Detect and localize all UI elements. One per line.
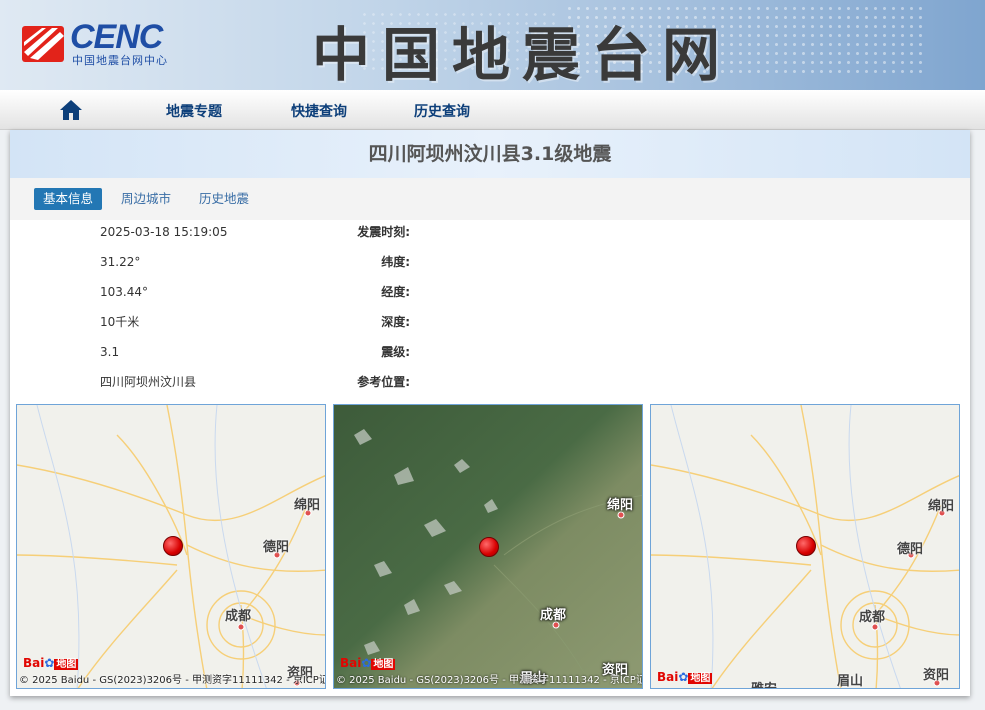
info-row-depth: 深度: 10千米 [10,312,410,332]
baidu-paw-icon: ✿ [361,656,372,670]
map-road-2[interactable]: 绵阳 德阳 成都 资阳 眉山 雅安 Bai✿地图 [650,404,960,689]
info-row-magnitude: 震级: 3.1 [10,342,410,362]
tab-historical-quakes[interactable]: 历史地震 [199,188,249,210]
city-label: 成都 [225,609,252,624]
info-label: 纬度: [381,255,410,269]
city-label: 资阳 [923,668,950,683]
info-label: 深度: [381,315,410,329]
baidu-logo[interactable]: Bai✿ 地图 [23,655,79,670]
epicenter-marker[interactable] [796,536,816,556]
nav-item-history-search[interactable]: 历史查询 [414,101,470,121]
info-value: 四川阿坝州汶川县 [100,375,197,389]
info-label: 发震时刻: [357,225,410,239]
info-label: 经度: [381,285,410,299]
city-label: 绵阳 [294,498,321,513]
baidu-paw-icon: ✿ [678,670,689,684]
epicenter-marker[interactable] [163,536,183,556]
main-nav: 地震专题 快捷查询 历史查询 [0,90,985,130]
info-row-latitude: 纬度: 31.22° [10,252,410,272]
home-icon[interactable] [58,98,84,122]
epicenter-marker[interactable] [479,537,499,557]
baidu-paw-icon: ✿ [44,656,55,670]
info-value: 31.22° [100,255,141,269]
city-label: 绵阳 [607,498,634,513]
event-card: 四川阿坝州汶川县3.1级地震 基本信息 周边城市 历史地震 发震时刻: 2025… [10,130,970,696]
city-label: 眉山 [837,674,864,689]
nav-item-earthquake-topics[interactable]: 地震专题 [166,101,222,121]
site-title: 中国地震台网 [312,21,733,89]
city-label: 成都 [859,610,886,625]
cenc-logo-icon [22,26,64,62]
city-label: 德阳 [263,540,290,555]
city-label: 成都 [540,608,567,623]
info-row-location: 参考位置: 四川阿坝州汶川县 [10,372,410,392]
map-copyright: © 2025 Baidu - GS(2023)3206号 - 甲测资字11111… [336,675,643,686]
info-label: 参考位置: [357,375,410,389]
baidu-logo[interactable]: Bai✿ 地图 [340,655,396,670]
info-value: 3.1 [100,345,120,359]
info-label: 震级: [381,345,410,359]
tab-basic-info[interactable]: 基本信息 [34,188,103,210]
tab-bar: 基本信息 周边城市 历史地震 [10,178,970,220]
city-label: 绵阳 [928,499,955,514]
event-title: 四川阿坝州汶川县3.1级地震 [10,130,970,178]
city-label: 雅安 [751,678,777,688]
info-value: 103.44° [100,285,148,299]
site-banner: CENC 中国地震台网中心 中国地震台网 [0,0,985,90]
baidu-logo[interactable]: Bai✿ 地图 [657,669,713,684]
tab-nearby-cities[interactable]: 周边城市 [121,188,171,210]
city-label: 德阳 [897,542,924,557]
map-copyright: © 2025 Baidu - GS(2023)3206号 - 甲测资字11111… [19,675,326,686]
logo-subtitle: 中国地震台网中心 [72,54,168,67]
cenc-logo[interactable]: CENC 中国地震台网中心 [22,18,192,68]
info-value: 2025-03-18 15:19:05 [100,225,228,239]
info-value: 10千米 [100,315,140,329]
info-row-time: 发震时刻: 2025-03-18 15:19:05 [10,222,410,242]
map-road-1[interactable]: 绵阳 德阳 成都 资阳 Bai✿ 地图 © 2025 Baidu - GS(202… [16,404,326,689]
map-satellite[interactable]: 绵阳 成都 资阳 眉山 Bai✿ 地图 © 2025 Baidu - GS(202… [333,404,643,689]
nav-item-quick-search[interactable]: 快捷查询 [291,101,347,121]
info-row-longitude: 经度: 103.44° [10,282,410,302]
